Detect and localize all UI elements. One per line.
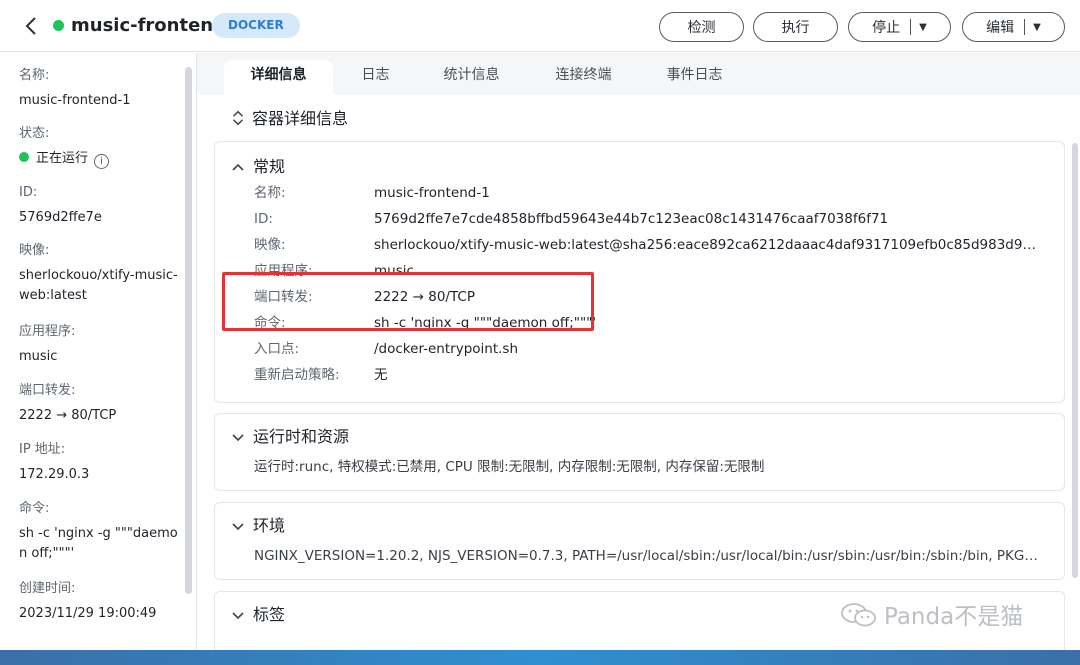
environment-summary: NGINX_VERSION=1.20.2, NJS_VERSION=0.7.3,… <box>254 548 1039 564</box>
labels-card-header[interactable]: 标签 <box>231 604 285 626</box>
tab-logs[interactable]: 日志 <box>333 60 418 95</box>
sidebar-ip: IP 地址: 172.29.0.3 <box>19 442 90 482</box>
details-content: 容器详细信息 常规 名称: music-frontend-1 ID: 5769d2f… <box>197 95 1080 650</box>
expand-collapse-icon <box>232 110 244 126</box>
status-dot <box>53 20 64 31</box>
general-card-header[interactable]: 常规 <box>231 156 285 178</box>
sidebar-app: 应用程序: music <box>19 324 76 364</box>
sidebar-image: 映像: sherlockouo/xtify-music-web:latest <box>19 243 178 303</box>
environment-card: 环境 NGINX_VERSION=1.20.2, NJS_VERSION=0.7… <box>214 502 1065 580</box>
caret-down-icon[interactable]: ▼ <box>919 22 927 33</box>
sidebar-status: 状态: 正在运行 i <box>19 124 184 169</box>
detect-button[interactable]: 检测 <box>659 12 744 42</box>
back-arrow-icon[interactable] <box>20 14 44 38</box>
chevron-down-icon <box>232 434 244 442</box>
tab-event-log[interactable]: 事件日志 <box>652 60 737 95</box>
runtime-card: 运行时和资源 运行时:runc, 特权模式:已禁用, CPU 限制:无限制, 内… <box>214 413 1065 491</box>
watermark: Panda不是猫 <box>840 600 1023 634</box>
tab-terminal[interactable]: 连接终端 <box>541 60 626 95</box>
sidebar-name: 名称: music-frontend-1 <box>19 68 131 108</box>
edit-button[interactable]: 编辑 ▼ <box>962 12 1065 42</box>
runtime-card-header[interactable]: 运行时和资源 <box>231 426 349 448</box>
main-panel: 详细信息 日志 统计信息 连接终端 事件日志 容器详细信息 常规 名称: musi… <box>197 53 1080 650</box>
tab-statistics[interactable]: 统计信息 <box>429 60 514 95</box>
docker-badge: DOCKER <box>212 13 300 38</box>
summary-sidebar: 名称: music-frontend-1 状态: 正在运行 i ID: 5769d… <box>0 53 197 650</box>
chevron-down-icon <box>232 612 244 620</box>
sidebar-port: 端口转发: 2222 → 80/TCP <box>19 383 117 423</box>
chevron-down-icon <box>232 523 244 531</box>
info-icon[interactable]: i <box>94 154 110 169</box>
header-bar: music-frontend-1 DOCKER 检测 执行 停止 ▼ 编辑 ▼ <box>0 0 1080 52</box>
runtime-summary: 运行时:runc, 特权模式:已禁用, CPU 限制:无限制, 内存限制:无限制… <box>254 459 765 475</box>
general-card: 常规 名称: music-frontend-1 ID: 5769d2ffe7e7cd… <box>214 141 1065 403</box>
sidebar-id: ID: 5769d2ffe7e <box>19 185 102 225</box>
tab-bar: 详细信息 日志 统计信息 连接终端 事件日志 <box>197 53 1080 95</box>
sidebar-command: 命令: sh -c 'nginx -g """daemon off;"""' <box>19 501 178 561</box>
execute-button[interactable]: 执行 <box>753 12 838 42</box>
stop-button[interactable]: 停止 ▼ <box>848 12 951 42</box>
wechat-icon <box>841 603 876 627</box>
main-scrollbar[interactable] <box>1072 143 1078 578</box>
environment-card-header[interactable]: 环境 <box>231 515 285 537</box>
caret-down-icon[interactable]: ▼ <box>1033 22 1041 33</box>
tab-details[interactable]: 详细信息 <box>224 60 333 95</box>
sidebar-created: 创建时间: 2023/11/29 19:00:49 <box>19 581 157 621</box>
sidebar-scrollbar[interactable] <box>185 67 192 594</box>
taskbar-strip <box>0 650 1080 665</box>
chevron-up-icon <box>232 163 244 171</box>
running-dot <box>19 152 29 162</box>
section-title[interactable]: 容器详细信息 <box>230 107 348 131</box>
